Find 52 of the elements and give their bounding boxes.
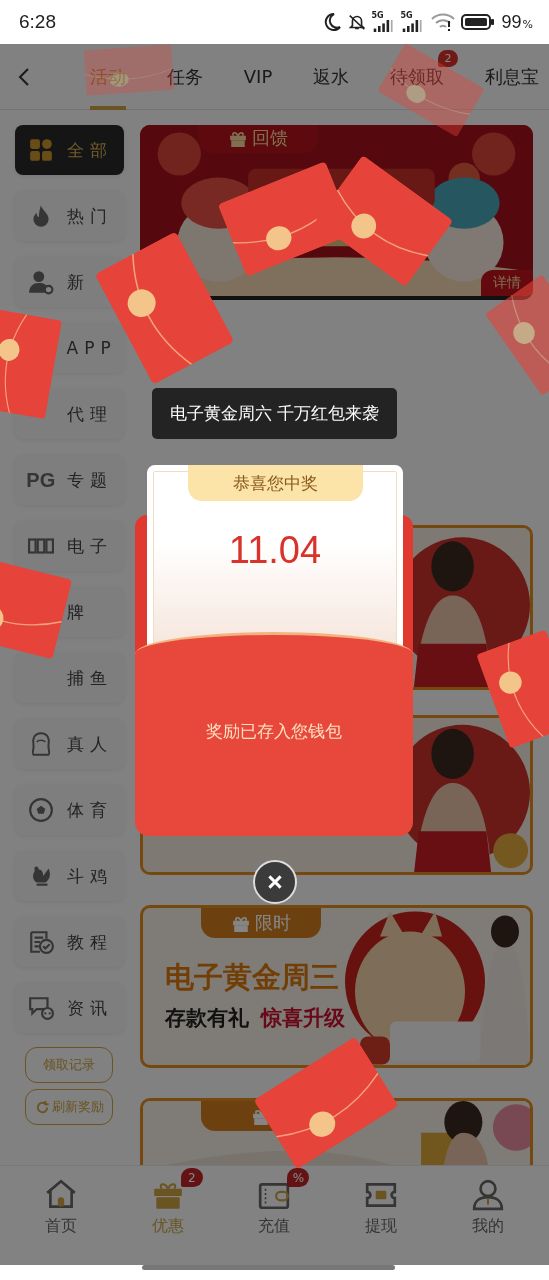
category-label: 体育 — [66, 798, 114, 822]
nav-label: 提现 — [365, 1216, 398, 1237]
category-label: 代理 — [66, 402, 114, 426]
category-item[interactable]: 资讯 — [15, 983, 124, 1033]
category-label: 资讯 — [66, 996, 114, 1020]
banner-headline: 电子黄金周三 — [165, 959, 340, 996]
tag-label: 限时 — [254, 911, 291, 935]
nav-label: 我的 — [471, 1216, 504, 1237]
clock-time: 6:28 — [19, 11, 56, 33]
category-label: 真人 — [66, 732, 114, 756]
category-label: 新 — [66, 270, 91, 294]
category-logo: PG — [26, 468, 56, 492]
category-item[interactable]: PG 专题 — [15, 455, 124, 505]
category-item[interactable]: 全部 — [15, 125, 124, 175]
promo-banner[interactable]: 限时 电子黄金周三 存款有礼 惊喜升级 — [140, 905, 533, 1068]
category-item[interactable]: 热门 — [15, 191, 124, 241]
network-label: 5G — [400, 12, 413, 20]
category-item[interactable]: 体育 — [15, 785, 124, 835]
tag-label: 回馈 — [251, 126, 288, 150]
category-label: 捕鱼 — [66, 666, 114, 690]
nav-label: 充值 — [258, 1216, 291, 1237]
category-label: 斗鸡 — [66, 864, 114, 888]
category-item[interactable]: 真人 — [15, 719, 124, 769]
category-label: 教程 — [66, 930, 114, 954]
count-badge: 2 — [438, 49, 459, 67]
category-label: APP — [66, 338, 118, 358]
nav-tab[interactable]: 提现 — [341, 1178, 422, 1265]
nav-label: 优惠 — [151, 1216, 184, 1237]
count-badge: % — [287, 1168, 310, 1187]
category-item[interactable]: 电子 — [15, 521, 124, 571]
banner-highlight: 惊喜升级 — [261, 1005, 345, 1032]
category-item[interactable]: 捕鱼 — [15, 653, 124, 703]
category-item[interactable]: 斗鸡 — [15, 851, 124, 901]
count-badge: 2 — [180, 1168, 203, 1187]
nav-tab[interactable]: 我的 — [447, 1178, 528, 1265]
nav-tab[interactable]: 首页 — [21, 1178, 102, 1265]
reward-message: 奖励已存入您钱包 — [206, 720, 342, 743]
category-label: 热门 — [66, 204, 114, 228]
network-label: 5G — [371, 12, 384, 20]
prize-title: 恭喜您中奖 — [187, 465, 363, 501]
details-button[interactable]: 详情 — [481, 270, 533, 296]
category-label: 电子 — [66, 534, 114, 558]
nav-label: 首页 — [45, 1216, 78, 1237]
category-label: 牌 — [66, 600, 91, 624]
category-label: 全部 — [66, 138, 114, 162]
category-label: 专题 — [66, 468, 114, 492]
battery-percent: 99 — [501, 11, 522, 33]
category-item[interactable]: 教程 — [15, 917, 124, 967]
banner-subtitle: 存款有礼 — [165, 1005, 249, 1032]
toast-message: 电子黄金周六 千万红包来袭 — [152, 388, 397, 439]
prize-amount: 11.04 — [228, 529, 322, 572]
battery-unit: % — [522, 18, 533, 31]
